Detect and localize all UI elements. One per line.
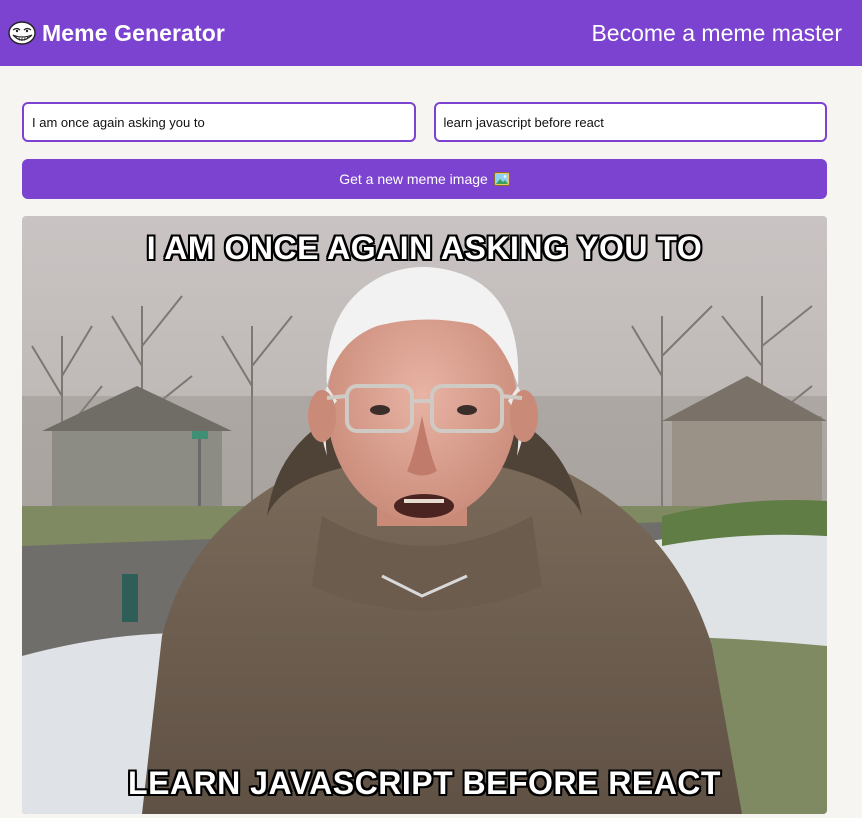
framed-picture-icon — [493, 172, 510, 186]
get-new-meme-button-label: Get a new meme image — [339, 171, 488, 187]
meme-top-caption: I am once again asking you to — [146, 230, 703, 266]
bottom-text-input[interactable] — [433, 102, 827, 142]
bernie-sanders-meme-image — [22, 216, 827, 814]
get-new-meme-button[interactable]: Get a new meme image — [22, 159, 827, 199]
brand: Meme Generator — [8, 19, 225, 47]
meme-container: I am once again asking you to learn java… — [22, 216, 827, 814]
top-text-input[interactable] — [22, 102, 416, 142]
meme-form: Get a new meme image — [22, 102, 827, 199]
meme-bottom-caption: learn javascript before react — [128, 765, 721, 801]
app-title: Meme Generator — [42, 19, 225, 46]
header-tagline: Become a meme master — [591, 19, 842, 46]
caption-inputs — [22, 102, 827, 142]
troll-face-icon — [8, 21, 36, 45]
app-header: Meme Generator Become a meme master — [0, 0, 862, 66]
